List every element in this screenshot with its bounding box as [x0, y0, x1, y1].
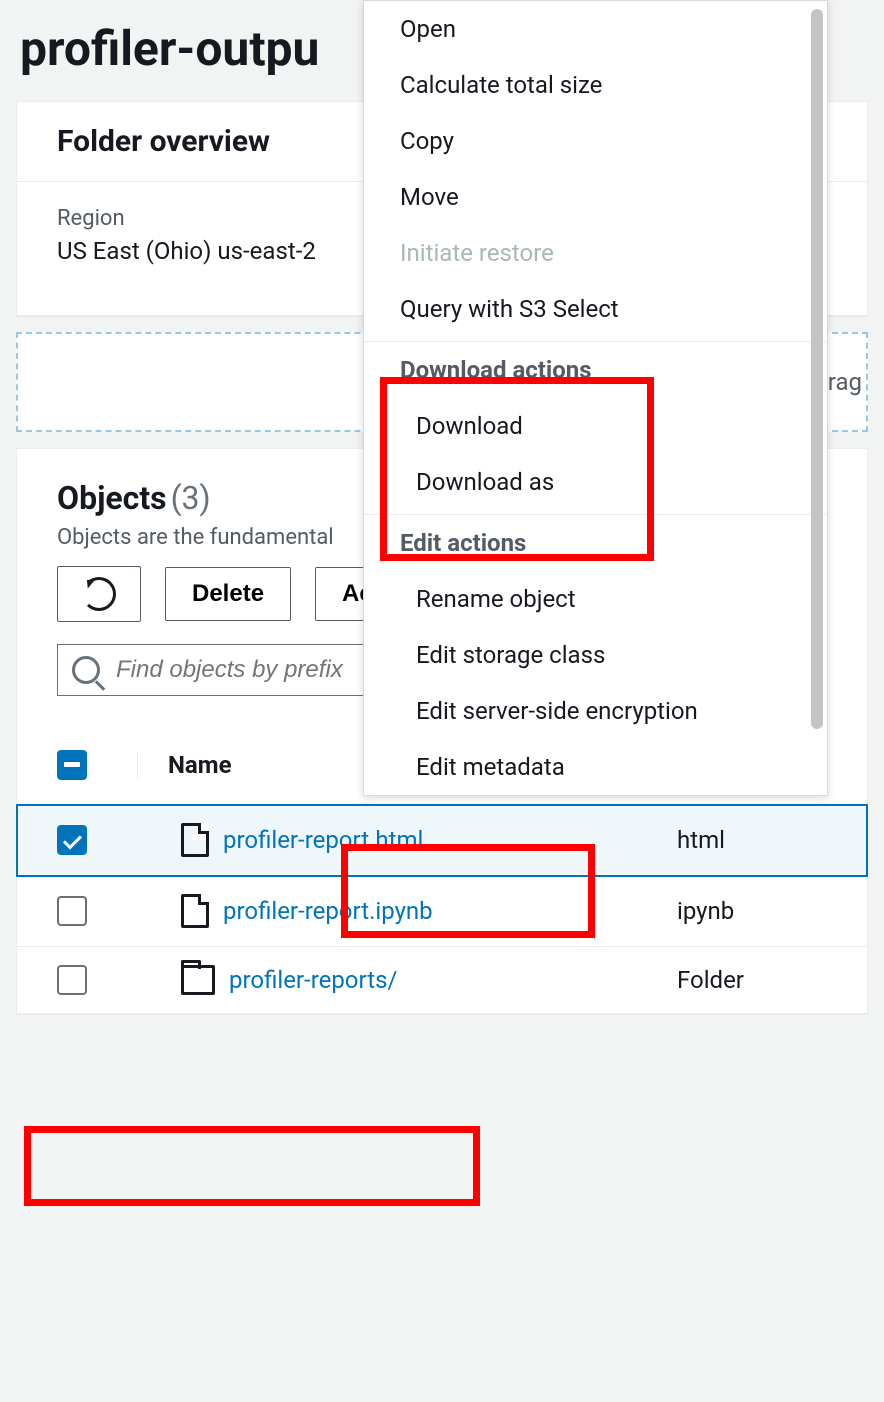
actions-dropdown: Open Calculate total size Copy Move Init… — [363, 0, 828, 796]
object-link[interactable]: profiler-reports/ — [229, 966, 397, 994]
row-checkbox[interactable] — [57, 896, 87, 926]
menu-item-open[interactable]: Open — [364, 1, 827, 57]
menu-item-calculate-size[interactable]: Calculate total size — [364, 57, 827, 113]
object-link[interactable]: profiler-report.ipynb — [223, 897, 433, 925]
objects-count: (3) — [171, 479, 211, 517]
folder-icon — [181, 965, 215, 995]
search-icon — [72, 656, 100, 684]
select-all-checkbox[interactable] — [57, 750, 87, 780]
object-type: ipynb — [677, 897, 827, 925]
menu-item-download-as[interactable]: Download as — [364, 454, 827, 510]
col-name-header[interactable]: Name — [168, 751, 232, 779]
row-checkbox[interactable] — [57, 825, 87, 855]
table-row[interactable]: profiler-report.html html — [17, 805, 867, 876]
menu-item-query-s3-select[interactable]: Query with S3 Select — [364, 281, 827, 337]
object-type: Folder — [677, 966, 827, 994]
menu-item-download[interactable]: Download — [364, 398, 827, 454]
table-row[interactable]: profiler-reports/ Folder — [17, 947, 867, 1014]
menu-item-initiate-restore: Initiate restore — [364, 225, 827, 281]
edit-actions-header: Edit actions — [364, 514, 827, 571]
refresh-icon — [82, 577, 116, 611]
object-link[interactable]: profiler-report.html — [223, 826, 423, 854]
table-row[interactable]: profiler-report.ipynb ipynb — [17, 876, 867, 947]
highlight-selected-row — [24, 1126, 480, 1206]
file-icon — [181, 894, 209, 928]
menu-item-edit-storage-class[interactable]: Edit storage class — [364, 627, 827, 683]
menu-item-move[interactable]: Move — [364, 169, 827, 225]
menu-item-rename[interactable]: Rename object — [364, 571, 827, 627]
menu-item-edit-encryption[interactable]: Edit server-side encryption — [364, 683, 827, 739]
refresh-button[interactable] — [57, 566, 141, 622]
object-type: html — [677, 826, 827, 854]
menu-item-edit-metadata[interactable]: Edit metadata — [364, 739, 827, 795]
menu-item-copy[interactable]: Copy — [364, 113, 827, 169]
objects-title: Objects — [57, 479, 167, 517]
scrollbar-thumb[interactable] — [811, 9, 823, 729]
row-checkbox[interactable] — [57, 965, 87, 995]
objects-description: Objects are the fundamental — [57, 525, 334, 550]
download-actions-header: Download actions — [364, 341, 827, 398]
delete-button[interactable]: Delete — [165, 567, 291, 621]
file-icon — [181, 823, 209, 857]
